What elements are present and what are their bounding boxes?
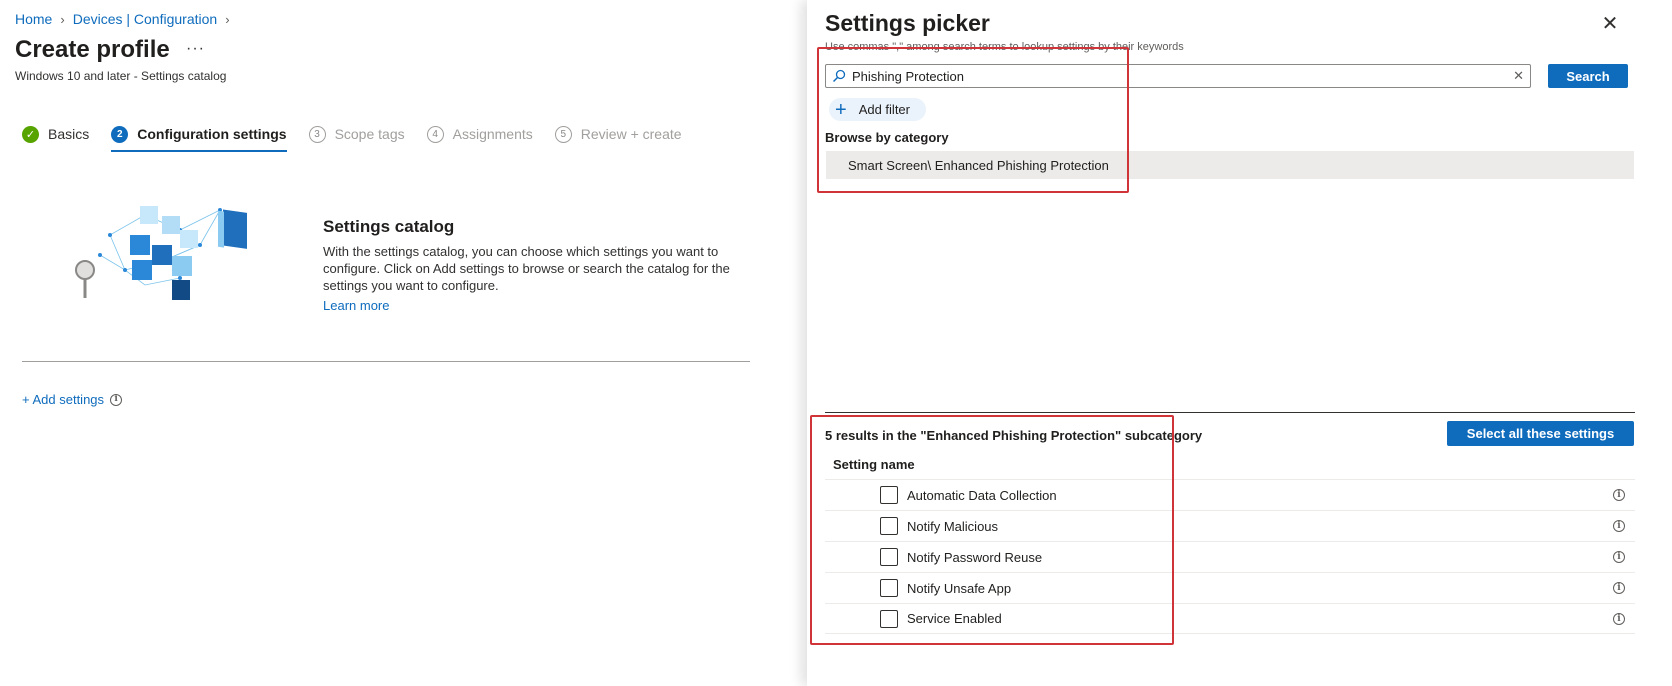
- chevron-right-icon: ›: [225, 11, 230, 27]
- chevron-right-icon: ›: [60, 11, 65, 27]
- setting-checkbox[interactable]: [880, 609, 898, 628]
- table-row: Notify Unsafe App i: [825, 572, 1635, 603]
- setting-name: Notify Password Reuse: [907, 549, 1043, 565]
- setting-name: Service Enabled: [907, 611, 1002, 626]
- info-icon[interactable]: i: [110, 393, 123, 406]
- setting-checkbox[interactable]: [880, 517, 898, 535]
- setting-checkbox[interactable]: [880, 548, 898, 566]
- magnifier-icon: [75, 260, 95, 298]
- category-item-enhanced-phishing-protection[interactable]: Smart Screen\ Enhanced Phishing Protecti…: [826, 151, 1634, 179]
- info-icon[interactable]: i: [1613, 520, 1625, 532]
- plus-icon: +: [835, 98, 847, 121]
- create-profile-pane: Home › Devices | Configuration › Create …: [0, 0, 770, 686]
- setting-name: Automatic Data Collection: [907, 487, 1057, 503]
- step-label: Review + create: [580, 126, 682, 142]
- info-icon[interactable]: i: [1613, 613, 1625, 625]
- step-label: Configuration settings: [137, 126, 287, 142]
- page-subtitle: Windows 10 and later - Settings catalog: [15, 69, 227, 83]
- step-review-create[interactable]: 5 Review + create: [554, 122, 682, 146]
- table-row: Notify Password Reuse i: [825, 541, 1635, 572]
- step-number: 4: [426, 125, 444, 143]
- search-button[interactable]: Search: [1548, 64, 1628, 88]
- settings-picker-title: Settings picker: [825, 10, 990, 36]
- step-label: Basics: [48, 126, 90, 142]
- learn-more-link[interactable]: Learn more: [323, 298, 389, 313]
- close-icon[interactable]: ✕: [1600, 14, 1620, 34]
- checkmark-icon: ✓: [22, 125, 39, 143]
- catalog-description: With the settings catalog, you can choos…: [323, 244, 730, 293]
- table-row: Service Enabled i: [825, 603, 1635, 634]
- column-header-setting-name: Setting name: [833, 457, 915, 472]
- more-options-button[interactable]: ···: [186, 40, 205, 58]
- info-icon[interactable]: i: [1613, 489, 1625, 501]
- table-row: Notify Malicious i: [825, 510, 1635, 541]
- add-filter-label: Add filter: [858, 102, 910, 117]
- setting-checkbox[interactable]: [880, 579, 898, 597]
- clear-search-icon[interactable]: ✕: [1513, 68, 1524, 84]
- divider: [22, 361, 750, 362]
- table-row: Automatic Data Collection i: [825, 479, 1635, 510]
- add-settings-link[interactable]: + Add settings: [22, 392, 104, 407]
- info-icon[interactable]: i: [1613, 551, 1625, 563]
- breadcrumb: Home › Devices | Configuration ›: [15, 11, 230, 27]
- step-configuration-settings[interactable]: 2 Configuration settings: [111, 122, 287, 152]
- divider: [825, 412, 1635, 413]
- step-scope-tags[interactable]: 3 Scope tags: [308, 122, 405, 146]
- setting-name: Notify Unsafe App: [907, 580, 1012, 596]
- step-number: 2: [111, 125, 129, 143]
- step-number: 3: [308, 125, 326, 143]
- step-label: Scope tags: [334, 126, 405, 142]
- step-number: 5: [554, 125, 572, 143]
- setting-name: Notify Malicious: [907, 518, 999, 534]
- page-title: Create profile: [15, 36, 170, 63]
- catalog-title: Settings catalog: [323, 217, 455, 236]
- settings-picker-panel: Settings picker ✕ Use commas "," among s…: [807, 0, 1672, 686]
- add-settings-row: + Add settings i: [22, 392, 123, 407]
- add-filter-button[interactable]: + Add filter: [829, 98, 926, 121]
- search-hint: Use commas "," among search terms to loo…: [825, 41, 1184, 53]
- settings-list: Automatic Data Collection i Notify Malic…: [825, 479, 1635, 634]
- step-label: Assignments: [452, 126, 533, 142]
- results-count: 5 results in the "Enhanced Phishing Prot…: [825, 428, 1203, 443]
- setting-checkbox[interactable]: [880, 486, 898, 504]
- browse-by-category-heading: Browse by category: [825, 130, 949, 145]
- step-basics[interactable]: ✓ Basics: [22, 122, 89, 146]
- step-assignments[interactable]: 4 Assignments: [426, 122, 533, 146]
- settings-search-input[interactable]: [852, 68, 1510, 84]
- select-all-settings-button[interactable]: Select all these settings: [1447, 421, 1634, 446]
- search-box: ✕: [825, 64, 1531, 88]
- search-icon: [832, 69, 846, 83]
- breadcrumb-devices-configuration[interactable]: Devices | Configuration: [73, 11, 217, 27]
- wizard-steps: ✓ Basics 2 Configuration settings 3 Scop…: [22, 122, 704, 152]
- info-icon[interactable]: i: [1613, 582, 1625, 594]
- breadcrumb-home[interactable]: Home: [15, 11, 52, 27]
- settings-catalog-illustration: [75, 206, 247, 300]
